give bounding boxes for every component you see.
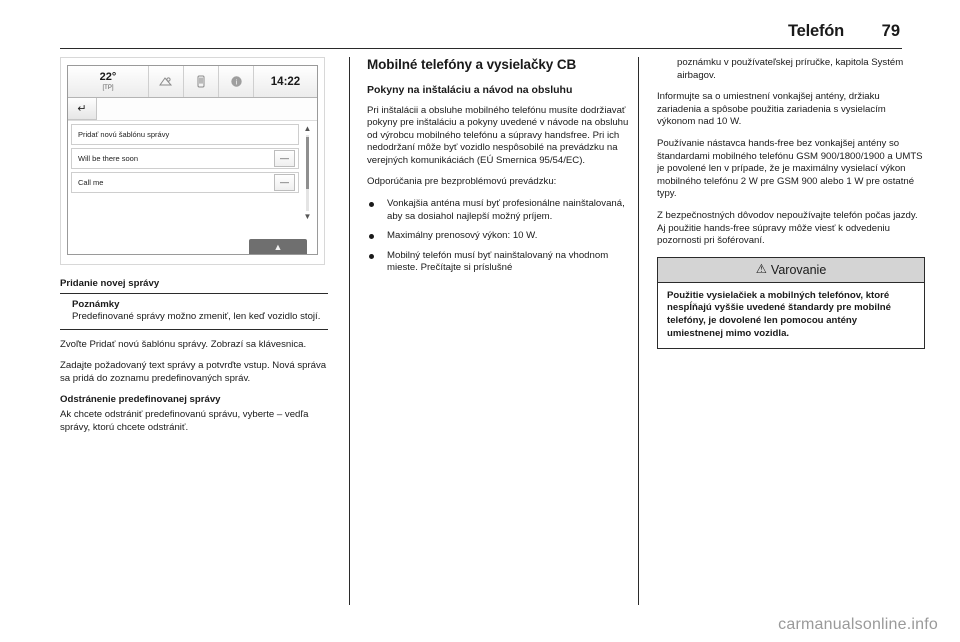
bullet-dot-icon [369,202,374,208]
phone-glyph [197,75,205,88]
paragraph-safety-while-driving: Z bezpečnostných dôvodov nepoužívajte te… [657,209,918,247]
temperature-value: 22° [99,70,117,83]
back-arrow-icon[interactable]: ↵ [68,98,97,120]
screen-bottom-area: ▲ [68,225,317,254]
list-item[interactable]: Call me — [71,172,299,193]
temperature-source: [TP] [102,84,114,91]
scrollbar-thumb[interactable] [306,137,309,189]
paragraph-antenna-information: Informujte sa o umiestnení vonkajšej ant… [657,91,886,128]
bullet-dot-icon [369,234,374,240]
list-item-label: Will be there soon [78,154,139,163]
bullet-dot-icon [369,253,374,259]
footer-watermark: carmanualsonline.info [778,616,938,633]
list-item-label: Maximálny prenosový výkon: 10 W. [387,230,538,242]
infotainment-screenshot-figure: 22° [TP] i 14:22 ↵ Pridať novú šablónu s… [60,57,325,265]
list-item-label: Pridať novú šablónu správy [78,130,170,139]
warning-triangle-icon: ⚠ [755,262,767,277]
list-item: Mobilný telefón musí byť nainštalovaný n… [367,250,635,275]
note-box: Poznámky Predefinované správy možno zmen… [60,292,328,330]
status-bar: 22° [TP] i 14:22 [68,66,317,98]
paragraph-airbag-reference: poznámku v používateľskej príručke, kapi… [677,57,904,81]
list-scrollbar[interactable]: ▲ ▼ [302,125,313,221]
heading-mobile-phones-cb: Mobilné telefóny a vysielačky CB [367,57,577,72]
paragraph-enter-text: Zadajte požadovaný text správy a potvrďt… [60,360,327,384]
chevron-down-icon[interactable]: ▼ [304,213,312,221]
page-columns: 22° [TP] i 14:22 ↵ Pridať novú šablónu s… [60,57,925,605]
message-template-list: Pridať novú šablónu správy Will be there… [68,121,317,225]
message-template-list-inner: Pridať novú šablónu správy Will be there… [71,124,299,193]
info-icon[interactable]: i [219,66,254,97]
column-divider-2 [638,57,639,605]
phone-icon[interactable] [184,66,219,97]
section-heading-add-message: Pridanie novej správy [60,278,160,289]
recommendations-bullet-list: Vonkajšia anténa musí byť profesionálne … [367,198,635,275]
page-header: Telefón 79 [60,22,900,48]
temperature-display: 22° [TP] [68,66,149,97]
list-item: Maximálny prenosový výkon: 10 W. [367,230,635,243]
list-item[interactable]: Pridať novú šablónu správy [71,124,299,145]
column-divider-1 [349,57,350,605]
section-heading-remove-message: Odstránenie predefinovanej správy [60,394,221,406]
column-3: poznámku v používateľskej príručke, kapi… [657,57,925,605]
page-number: 79 [881,22,900,40]
audio-source-icon[interactable] [149,66,184,97]
chevron-up-icon[interactable]: ▲ [304,125,312,133]
page-title: Telefón [787,22,844,40]
paragraph-handsfree-standards: Používanie nástavca hands-free bez vonka… [657,137,923,200]
list-item-label: Mobilný telefón musí byť nainštalovaný n… [387,249,609,274]
scrollbar-track[interactable] [306,135,309,211]
list-item-label: Call me [78,178,104,187]
paragraph-add-template: Zvoľte Pridať novú šablónu správy. Zobra… [60,338,307,350]
paragraph-recommendations-intro: Odporúčania pre bezproblémovú prevádzku: [367,176,557,188]
paragraph-remove-template: Ak chcete odstrániť predefinovanú správu… [60,408,309,433]
list-item[interactable]: Will be there soon — [71,148,299,169]
infotainment-screen: 22° [TP] i 14:22 ↵ Pridať novú šablónu s… [67,65,318,255]
screen-toolbar: ↵ [68,98,317,121]
info-glyph: i [230,76,242,87]
header-divider [60,48,902,49]
warning-header: ⚠ Varovanie [658,257,924,283]
remove-template-button[interactable]: — [274,150,295,167]
warning-title: Varovanie [770,262,827,277]
column-1: 22° [TP] i 14:22 ↵ Pridať novú šablónu s… [60,57,328,605]
list-item: Vonkajšia anténa musí byť profesionálne … [367,198,635,223]
warning-box: ⚠ Varovanie Použitie vysielačiek a mobil… [657,256,925,350]
list-item-label: Vonkajšia anténa musí byť profesionálne … [387,198,625,222]
remove-template-button[interactable]: — [274,174,295,191]
clock: 14:22 [270,75,301,88]
expand-panel-button[interactable]: ▲ [249,239,307,254]
note-body: Predefinované správy možno zmeniť, len k… [72,311,321,323]
paragraph-installation-compliance: Pri inštalácii a obsluhe mobilného telef… [367,104,629,166]
column-2: Mobilné telefóny a vysielačky CB Pokyny … [367,57,635,605]
note-title: Poznámky [72,298,120,310]
subheading-installation-instructions: Pokyny na inštaláciu a návod na obsluhu [367,83,573,96]
audio-source-glyph [159,77,173,86]
warning-body: Použitie vysielačiek a mobilných telefón… [667,289,891,339]
